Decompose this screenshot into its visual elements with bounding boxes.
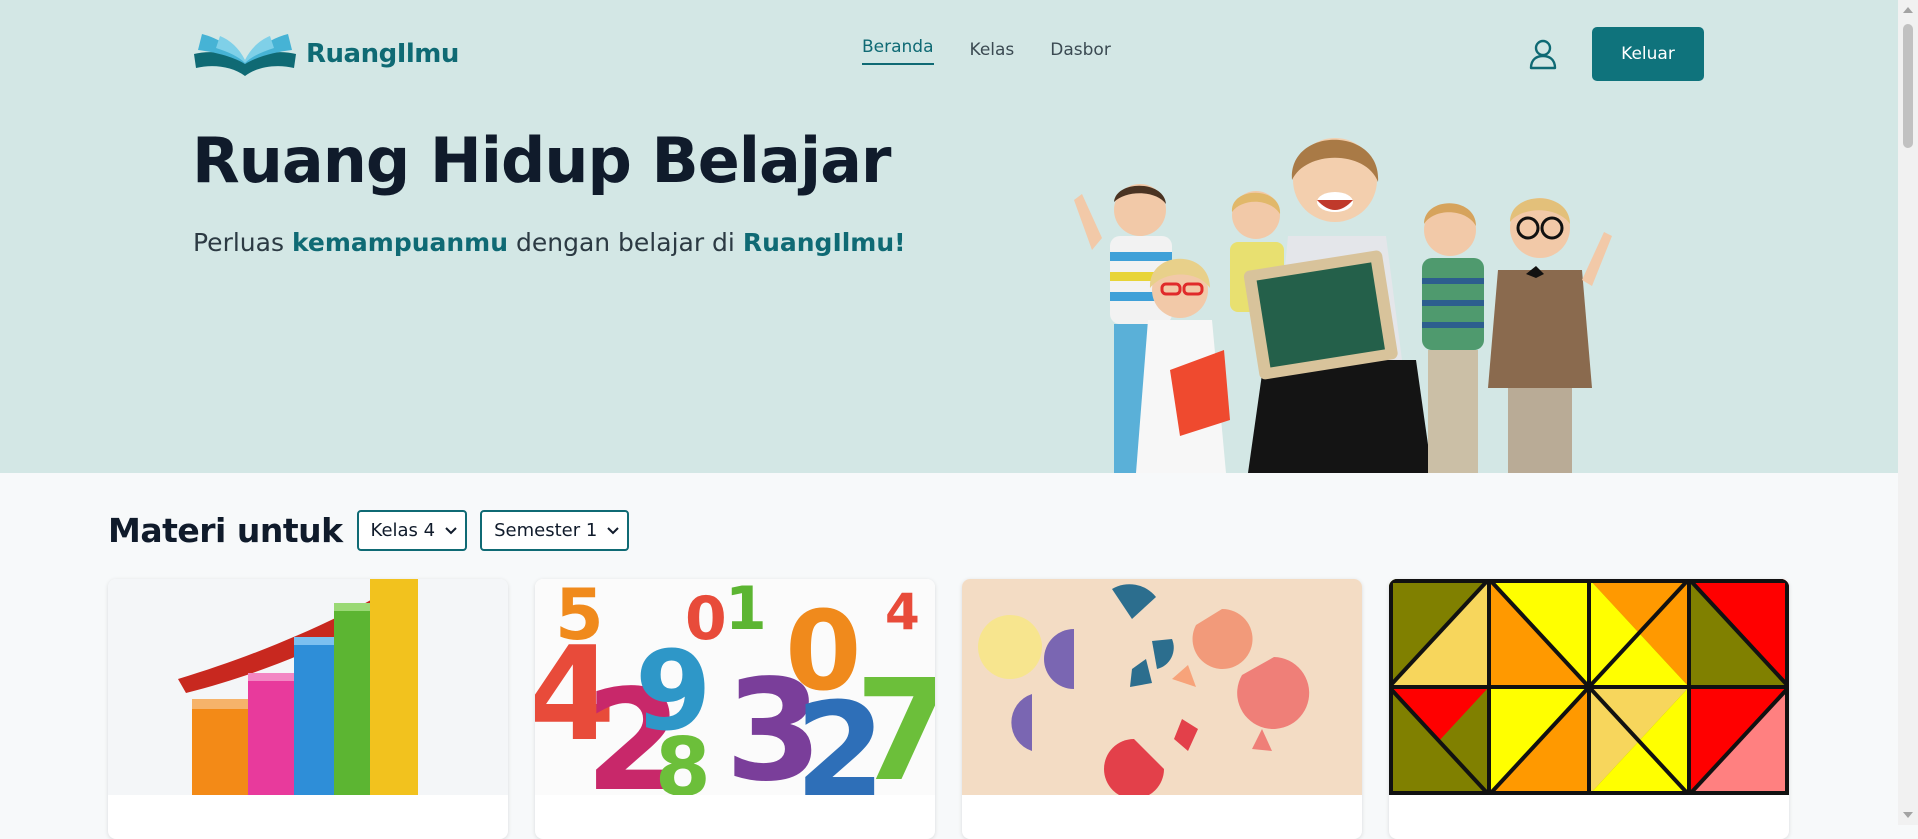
semester-select[interactable]: Semester 1 <box>480 510 630 551</box>
hero-subtitle-middle: dengan belajar di <box>508 228 743 257</box>
page-scrollbar[interactable] <box>1898 0 1918 825</box>
chevron-down-icon <box>607 526 620 534</box>
hero-highlight-brand: RuangIlmu! <box>742 228 906 257</box>
material-card[interactable] <box>108 579 508 839</box>
materials-header: Materi untuk Kelas 4 Semester 1 <box>108 510 642 551</box>
grade-select-value: Kelas 4 <box>370 520 436 541</box>
material-card[interactable] <box>962 579 1362 839</box>
grade-select[interactable]: Kelas 4 <box>356 510 468 551</box>
nav-item-kelas[interactable]: Kelas <box>970 40 1015 68</box>
material-card[interactable] <box>1389 579 1789 839</box>
svg-text:7: 7 <box>855 650 935 795</box>
bar-chart-3d-image <box>108 579 508 795</box>
svg-text:4: 4 <box>885 583 920 641</box>
semester-select-value: Semester 1 <box>494 520 598 541</box>
user-profile-icon[interactable] <box>1528 38 1558 70</box>
brand-name: RuangIlmu <box>306 39 459 69</box>
materials-heading: Materi untuk <box>108 511 343 550</box>
colorful-numbers-image: 5 4 2 9 3 0 1 0 2 7 4 8 <box>535 579 935 795</box>
material-card[interactable]: 5 4 2 9 3 0 1 0 2 7 4 8 <box>535 579 935 839</box>
material-cards: 5 4 2 9 3 0 1 0 2 7 4 8 <box>108 579 1789 839</box>
hero-banner: RuangIlmu Beranda Kelas Dasbor Keluar Ru… <box>0 0 1898 473</box>
hero-subtitle-prefix: Perluas <box>193 228 292 257</box>
svg-text:1: 1 <box>725 579 767 644</box>
main-nav: Beranda Kelas Dasbor <box>862 37 1111 68</box>
nav-item-dasbor[interactable]: Dasbor <box>1050 40 1111 68</box>
hero-highlight-kemampuanmu: kemampuanmu <box>291 228 509 257</box>
children-illustration <box>1074 138 1612 473</box>
hero-title: Ruang Hidup Belajar <box>192 124 892 197</box>
scroll-up-arrow-icon[interactable] <box>1898 2 1918 18</box>
svg-text:0: 0 <box>685 584 727 654</box>
svg-text:8: 8 <box>655 721 711 795</box>
fraction-pieces-image <box>962 579 1362 795</box>
scroll-down-arrow-icon[interactable] <box>1898 807 1918 823</box>
brand-logo[interactable]: RuangIlmu <box>192 30 459 78</box>
nav-item-beranda[interactable]: Beranda <box>862 37 934 65</box>
scrollbar-thumb[interactable] <box>1903 24 1913 148</box>
chevron-down-icon <box>445 526 457 534</box>
logout-button[interactable]: Keluar <box>1592 27 1704 81</box>
triangle-pattern-image <box>1389 579 1789 795</box>
open-book-icon <box>194 34 296 76</box>
hero-subtitle: Perluas kemampuanmu dengan belajar di Ru… <box>193 228 906 257</box>
